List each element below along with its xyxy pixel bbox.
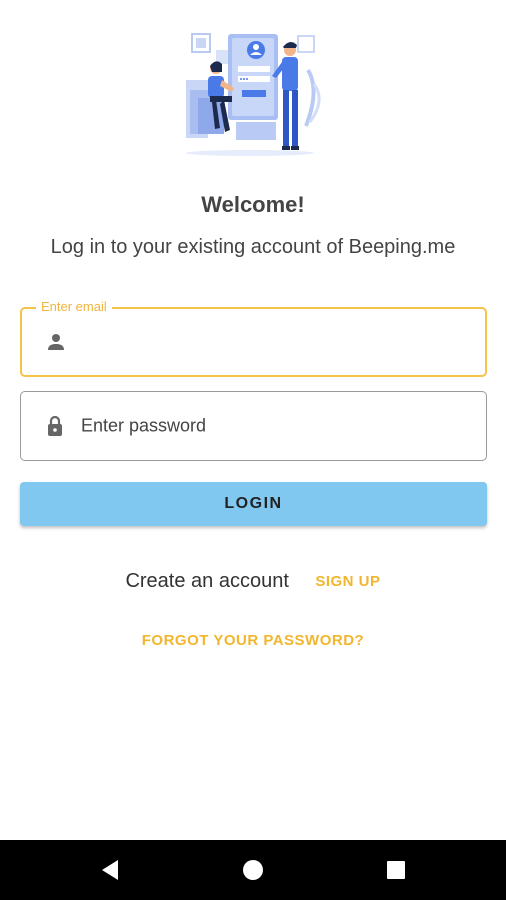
welcome-title: Welcome! <box>201 192 305 217</box>
login-button[interactable]: LOGIN <box>20 482 487 526</box>
person-icon <box>48 334 64 350</box>
signup-row: Create an account SIGN UP <box>0 570 506 593</box>
home-circle-icon[interactable] <box>238 855 268 885</box>
navigation-bar <box>0 840 506 900</box>
password-input[interactable] <box>81 415 472 437</box>
signup-link[interactable]: SIGN UP <box>315 573 380 590</box>
create-account-text: Create an account <box>125 570 289 592</box>
email-field-label: Enter email <box>36 299 112 315</box>
login-illustration <box>186 33 321 156</box>
email-input[interactable] <box>82 331 471 353</box>
email-field[interactable]: Enter email <box>20 299 487 377</box>
lock-icon <box>48 415 62 436</box>
password-field[interactable] <box>20 391 487 461</box>
welcome-subtitle: Log in to your existing account of Beepi… <box>50 236 456 258</box>
recents-square-icon[interactable] <box>381 855 411 885</box>
back-triangle-icon[interactable] <box>96 855 126 885</box>
forgot-password-link[interactable]: FORGOT YOUR PASSWORD? <box>0 632 506 649</box>
